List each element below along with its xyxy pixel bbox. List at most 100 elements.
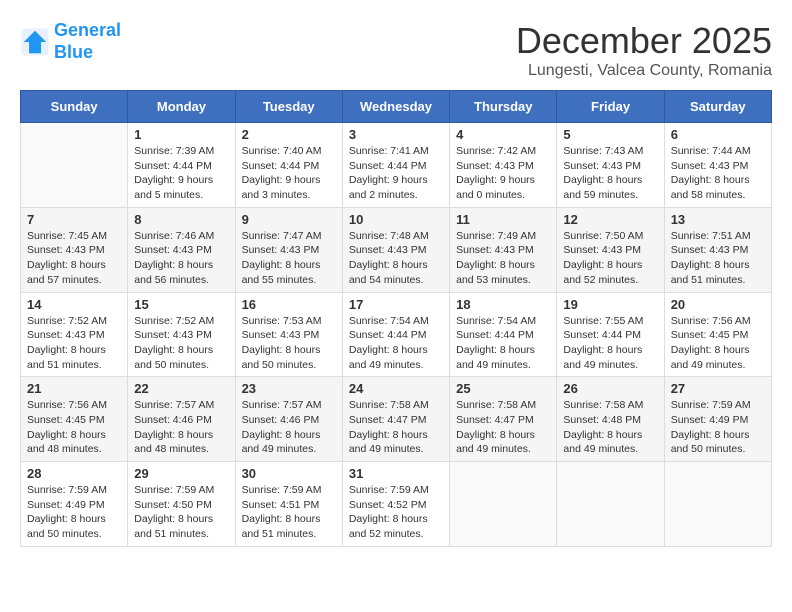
day-info: Sunrise: 7:57 AMSunset: 4:46 PMDaylight:… bbox=[134, 398, 228, 457]
day-number: 12 bbox=[563, 212, 657, 227]
day-number: 4 bbox=[456, 127, 550, 142]
subtitle: Lungesti, Valcea County, Romania bbox=[516, 62, 772, 80]
calendar-cell: 24 Sunrise: 7:58 AMSunset: 4:47 PMDayligh… bbox=[342, 377, 449, 462]
day-number: 17 bbox=[349, 297, 443, 312]
day-header-wednesday: Wednesday bbox=[342, 91, 449, 123]
day-header-thursday: Thursday bbox=[450, 91, 557, 123]
calendar-cell: 2 Sunrise: 7:40 AMSunset: 4:44 PMDaylight… bbox=[235, 123, 342, 208]
calendar-cell: 20 Sunrise: 7:56 AMSunset: 4:45 PMDayligh… bbox=[664, 292, 771, 377]
day-header-monday: Monday bbox=[128, 91, 235, 123]
calendar-cell bbox=[664, 462, 771, 547]
day-number: 28 bbox=[27, 466, 121, 481]
calendar-cell: 27Sunrise: 7:59 AMSunset: 4:49 PMDayligh… bbox=[664, 377, 771, 462]
calendar-cell: 31Sunrise: 7:59 AMSunset: 4:52 PMDayligh… bbox=[342, 462, 449, 547]
day-info: Sunrise: 7:46 AMSunset: 4:43 PMDaylight:… bbox=[134, 229, 228, 288]
day-info: Sunrise: 7:55 AMSunset: 4:44 PMDaylight:… bbox=[563, 314, 657, 373]
calendar-week-5: 28 Sunrise: 7:59 AMSunset: 4:49 PMDayligh… bbox=[21, 462, 772, 547]
day-info: Sunrise: 7:57 AMSunset: 4:46 PMDaylight:… bbox=[242, 398, 336, 457]
day-number: 18 bbox=[456, 297, 550, 312]
day-info: Sunrise: 7:59 AMSunset: 4:49 PMDaylight:… bbox=[27, 483, 121, 542]
calendar-cell: 17 Sunrise: 7:54 AMSunset: 4:44 PMDayligh… bbox=[342, 292, 449, 377]
calendar-cell: 18 Sunrise: 7:54 AMSunset: 4:44 PMDayligh… bbox=[450, 292, 557, 377]
day-number: 2 bbox=[242, 127, 336, 142]
day-info: Sunrise: 7:42 AMSunset: 4:43 PMDaylight:… bbox=[456, 144, 550, 203]
day-info: Sunrise: 7:54 AMSunset: 4:44 PMDaylight:… bbox=[456, 314, 550, 373]
calendar-cell: 28 Sunrise: 7:59 AMSunset: 4:49 PMDayligh… bbox=[21, 462, 128, 547]
day-number: 27 bbox=[671, 381, 765, 396]
calendar-cell: 8 Sunrise: 7:46 AMSunset: 4:43 PMDaylight… bbox=[128, 207, 235, 292]
day-number: 19 bbox=[563, 297, 657, 312]
day-info: Sunrise: 7:58 AMSunset: 4:48 PMDaylight:… bbox=[563, 398, 657, 457]
day-info: Sunrise: 7:47 AMSunset: 4:43 PMDaylight:… bbox=[242, 229, 336, 288]
calendar: SundayMondayTuesdayWednesdayThursdayFrid… bbox=[20, 90, 772, 547]
logo: General Blue bbox=[20, 20, 121, 63]
calendar-cell bbox=[557, 462, 664, 547]
day-header-saturday: Saturday bbox=[664, 91, 771, 123]
day-number: 5 bbox=[563, 127, 657, 142]
calendar-cell: 15Sunrise: 7:52 AMSunset: 4:43 PMDayligh… bbox=[128, 292, 235, 377]
day-info: Sunrise: 7:58 AMSunset: 4:47 PMDaylight:… bbox=[349, 398, 443, 457]
logo-text: General Blue bbox=[54, 20, 121, 63]
day-number: 24 bbox=[349, 381, 443, 396]
header: General Blue December 2025 Lungesti, Val… bbox=[20, 20, 772, 80]
day-info: Sunrise: 7:54 AMSunset: 4:44 PMDaylight:… bbox=[349, 314, 443, 373]
day-header-friday: Friday bbox=[557, 91, 664, 123]
day-info: Sunrise: 7:59 AMSunset: 4:51 PMDaylight:… bbox=[242, 483, 336, 542]
calendar-cell: 9 Sunrise: 7:47 AMSunset: 4:43 PMDaylight… bbox=[235, 207, 342, 292]
calendar-cell: 4 Sunrise: 7:42 AMSunset: 4:43 PMDaylight… bbox=[450, 123, 557, 208]
calendar-cell: 22 Sunrise: 7:57 AMSunset: 4:46 PMDayligh… bbox=[128, 377, 235, 462]
day-header-sunday: Sunday bbox=[21, 91, 128, 123]
calendar-cell: 12Sunrise: 7:50 AMSunset: 4:43 PMDayligh… bbox=[557, 207, 664, 292]
calendar-cell: 10Sunrise: 7:48 AMSunset: 4:43 PMDayligh… bbox=[342, 207, 449, 292]
day-number: 11 bbox=[456, 212, 550, 227]
day-info: Sunrise: 7:53 AMSunset: 4:43 PMDaylight:… bbox=[242, 314, 336, 373]
calendar-cell bbox=[450, 462, 557, 547]
day-number: 9 bbox=[242, 212, 336, 227]
calendar-cell: 30 Sunrise: 7:59 AMSunset: 4:51 PMDayligh… bbox=[235, 462, 342, 547]
day-info: Sunrise: 7:56 AMSunset: 4:45 PMDaylight:… bbox=[671, 314, 765, 373]
day-number: 6 bbox=[671, 127, 765, 142]
calendar-cell: 29Sunrise: 7:59 AMSunset: 4:50 PMDayligh… bbox=[128, 462, 235, 547]
logo-line2: Blue bbox=[54, 42, 93, 62]
title-section: December 2025 Lungesti, Valcea County, R… bbox=[516, 20, 772, 80]
day-number: 16 bbox=[242, 297, 336, 312]
calendar-week-2: 7Sunrise: 7:45 AMSunset: 4:43 PMDaylight… bbox=[21, 207, 772, 292]
day-number: 26 bbox=[563, 381, 657, 396]
day-header-tuesday: Tuesday bbox=[235, 91, 342, 123]
day-number: 30 bbox=[242, 466, 336, 481]
calendar-cell: 19 Sunrise: 7:55 AMSunset: 4:44 PMDayligh… bbox=[557, 292, 664, 377]
calendar-cell: 7Sunrise: 7:45 AMSunset: 4:43 PMDaylight… bbox=[21, 207, 128, 292]
main-title: December 2025 bbox=[516, 20, 772, 62]
day-number: 13 bbox=[671, 212, 765, 227]
day-number: 22 bbox=[134, 381, 228, 396]
day-number: 29 bbox=[134, 466, 228, 481]
calendar-cell: 23Sunrise: 7:57 AMSunset: 4:46 PMDayligh… bbox=[235, 377, 342, 462]
logo-line1: General bbox=[54, 20, 121, 40]
calendar-week-4: 21Sunrise: 7:56 AMSunset: 4:45 PMDayligh… bbox=[21, 377, 772, 462]
calendar-header-row: SundayMondayTuesdayWednesdayThursdayFrid… bbox=[21, 91, 772, 123]
logo-icon bbox=[20, 27, 50, 57]
calendar-week-3: 14Sunrise: 7:52 AMSunset: 4:43 PMDayligh… bbox=[21, 292, 772, 377]
calendar-week-1: 1Sunrise: 7:39 AMSunset: 4:44 PMDaylight… bbox=[21, 123, 772, 208]
day-number: 25 bbox=[456, 381, 550, 396]
day-info: Sunrise: 7:51 AMSunset: 4:43 PMDaylight:… bbox=[671, 229, 765, 288]
calendar-cell: 13 Sunrise: 7:51 AMSunset: 4:43 PMDayligh… bbox=[664, 207, 771, 292]
day-info: Sunrise: 7:41 AMSunset: 4:44 PMDaylight:… bbox=[349, 144, 443, 203]
day-info: Sunrise: 7:59 AMSunset: 4:52 PMDaylight:… bbox=[349, 483, 443, 542]
day-number: 15 bbox=[134, 297, 228, 312]
day-info: Sunrise: 7:56 AMSunset: 4:45 PMDaylight:… bbox=[27, 398, 121, 457]
calendar-cell: 11Sunrise: 7:49 AMSunset: 4:43 PMDayligh… bbox=[450, 207, 557, 292]
day-number: 3 bbox=[349, 127, 443, 142]
calendar-cell: 16 Sunrise: 7:53 AMSunset: 4:43 PMDayligh… bbox=[235, 292, 342, 377]
day-info: Sunrise: 7:48 AMSunset: 4:43 PMDaylight:… bbox=[349, 229, 443, 288]
calendar-cell: 3 Sunrise: 7:41 AMSunset: 4:44 PMDaylight… bbox=[342, 123, 449, 208]
day-number: 7 bbox=[27, 212, 121, 227]
calendar-cell: 5 Sunrise: 7:43 AMSunset: 4:43 PMDaylight… bbox=[557, 123, 664, 208]
day-number: 20 bbox=[671, 297, 765, 312]
day-info: Sunrise: 7:58 AMSunset: 4:47 PMDaylight:… bbox=[456, 398, 550, 457]
calendar-cell: 14Sunrise: 7:52 AMSunset: 4:43 PMDayligh… bbox=[21, 292, 128, 377]
day-info: Sunrise: 7:40 AMSunset: 4:44 PMDaylight:… bbox=[242, 144, 336, 203]
day-info: Sunrise: 7:43 AMSunset: 4:43 PMDaylight:… bbox=[563, 144, 657, 203]
calendar-cell: 25 Sunrise: 7:58 AMSunset: 4:47 PMDayligh… bbox=[450, 377, 557, 462]
day-number: 8 bbox=[134, 212, 228, 227]
